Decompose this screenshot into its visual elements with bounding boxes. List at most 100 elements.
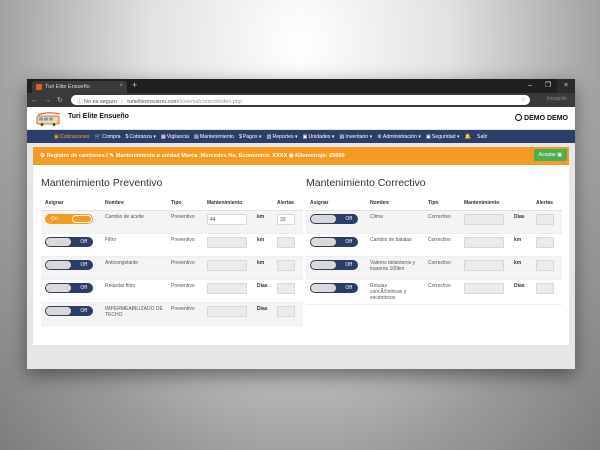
maintenance-cell: [203, 302, 253, 326]
alert-input[interactable]: [277, 282, 295, 294]
bookmark-star-icon[interactable]: ☆: [521, 96, 526, 103]
toggle-knob: [72, 214, 92, 223]
asignar-cell: Off: [306, 279, 366, 305]
col-alertas: Alertas: [273, 197, 303, 211]
toggle-label: On: [51, 215, 58, 222]
table-row: Off Clima Correctivo Dias: [306, 210, 562, 234]
toggle-knob: [46, 260, 71, 269]
maintenance-input[interactable]: [464, 259, 504, 271]
type-cell: Preventivo: [167, 233, 203, 257]
alert-input[interactable]: [536, 259, 554, 271]
menu-vigilancia[interactable]: ▦Vigilancia: [161, 134, 189, 140]
menu-pagos[interactable]: $Pagos ▾: [239, 134, 262, 140]
maintenance-input[interactable]: [207, 259, 247, 271]
mantenimiento-icon: ▤: [194, 133, 199, 140]
alert-cell: [273, 233, 303, 257]
toggle-label: Off: [345, 261, 352, 268]
maintenance-input[interactable]: [464, 213, 504, 225]
tab-close-icon[interactable]: ×: [119, 83, 123, 89]
url-input[interactable]: ⓘ No es seguro | turieliteensueno.com/si…: [71, 95, 530, 105]
col-mantenimiento: Mantenimiento: [460, 197, 510, 211]
name-cell: Valeros delanteros y traseros 100km: [366, 256, 424, 280]
menu-salir[interactable]: Salir: [477, 134, 487, 140]
back-icon[interactable]: ←: [31, 97, 38, 104]
table-row: On Cambio de aceite Preventivo 44 km 33: [41, 210, 303, 234]
forward-icon[interactable]: →: [44, 97, 51, 104]
name-cell: Rotulas concÃ©ntricas y excéntricos: [366, 279, 424, 305]
maintenance-input[interactable]: [207, 282, 247, 294]
maintenance-cell: [203, 256, 253, 280]
asignar-cell: Off: [41, 233, 101, 257]
menu-inventario[interactable]: ▤Inventario ▾: [339, 134, 372, 140]
maintenance-panel: ⚙ Registro de camiones / ✎ Mantenimiento…: [33, 147, 569, 345]
alert-input[interactable]: 33: [277, 213, 295, 225]
assign-toggle[interactable]: Off: [45, 305, 93, 316]
alert-input[interactable]: [277, 236, 295, 248]
maintenance-input[interactable]: [207, 236, 247, 248]
corrective-table: Asignar Nombre Tipo Mantenimiento Alerta…: [306, 197, 562, 305]
menu-unidades[interactable]: ▣Unidades ▾: [303, 134, 335, 140]
user-menu[interactable]: DEMO DEMO: [515, 114, 568, 122]
minimize-button[interactable]: –: [521, 79, 539, 93]
col-nombre: Nombre: [366, 197, 424, 211]
alert-input[interactable]: [536, 282, 554, 294]
menu-compra[interactable]: 🛒Compra: [95, 134, 121, 140]
brand-logo-icon[interactable]: [36, 111, 62, 126]
assign-toggle[interactable]: Off: [310, 282, 358, 293]
assign-toggle[interactable]: Off: [310, 236, 358, 247]
assign-toggle[interactable]: Off: [45, 259, 93, 270]
type-cell: Correctivo: [424, 233, 460, 257]
assign-toggle[interactable]: Off: [310, 213, 358, 224]
menu-notificaciones[interactable]: 🔔: [465, 134, 472, 140]
asignar-cell: Off: [306, 233, 366, 257]
user-icon: [515, 114, 523, 121]
maintenance-input[interactable]: [464, 236, 504, 248]
browser-tab[interactable]: Turi Elite Ensueño ×: [32, 81, 127, 93]
close-window-button[interactable]: ×: [557, 79, 575, 93]
maintenance-input[interactable]: 44: [207, 213, 247, 225]
assign-toggle[interactable]: On: [45, 213, 93, 224]
accept-button[interactable]: Aceptar ▣: [533, 149, 567, 161]
unit-cell: Dias: [510, 279, 532, 305]
reload-icon[interactable]: ↻: [57, 96, 63, 104]
maximize-button[interactable]: ❐: [539, 79, 557, 93]
maintenance-input[interactable]: [207, 305, 247, 317]
maintenance-cell: [460, 279, 510, 305]
menu-mantenimiento[interactable]: ▤Mantenimiento: [194, 134, 234, 140]
col-unit: [510, 197, 532, 211]
alert-input[interactable]: [536, 213, 554, 225]
menu-label: Cobranza ▾: [129, 133, 156, 140]
lock-icon: ▣: [425, 133, 431, 140]
type-cell: Correctivo: [424, 210, 460, 234]
alert-input[interactable]: [536, 236, 554, 248]
menu-seguridad[interactable]: ▣Seguridad ▾: [426, 134, 460, 140]
toggle-knob: [46, 237, 71, 246]
alert-cell: 33: [273, 210, 303, 234]
alert-input[interactable]: [277, 305, 295, 317]
alert-input[interactable]: [277, 259, 295, 271]
page-content: ⚙ Registro de camiones / ✎ Mantenimiento…: [27, 143, 575, 369]
menu-cotizaciones[interactable]: ▣Cotizaciones: [54, 134, 90, 140]
assign-toggle[interactable]: Off: [45, 236, 93, 247]
menu-reportes[interactable]: ▥Reportes ▾: [267, 134, 298, 140]
table-row: Off Anticongelante Preventivo km: [41, 256, 303, 280]
new-tab-button[interactable]: +: [132, 80, 137, 90]
browser-window: Turi Elite Ensueño × + – ❐ × ← → ↻ ⓘ No …: [27, 79, 575, 369]
alert-cell: [273, 279, 303, 303]
alert-cell: [532, 233, 562, 257]
asignar-cell: Off: [306, 210, 366, 234]
assign-toggle[interactable]: Off: [45, 282, 93, 293]
maintenance-input[interactable]: [464, 282, 504, 294]
menu-label: Cotizaciones: [59, 133, 90, 140]
menu-cobranza[interactable]: $Cobranza ▾: [126, 134, 156, 140]
menu-label: Unidades ▾: [308, 133, 335, 140]
name-cell: Anticongelante: [101, 256, 167, 280]
gear-icon: ⚙: [40, 153, 46, 159]
assign-toggle[interactable]: Off: [310, 259, 358, 270]
alert-cell: [273, 256, 303, 280]
col-alertas: Alertas: [532, 197, 562, 211]
preventive-section: Mantenimiento Preventivo Asignar Nombre …: [41, 177, 303, 326]
toggle-knob: [311, 260, 336, 269]
url-domain: turieliteensueno.com: [127, 99, 179, 105]
menu-administracion[interactable]: ⚙Administración ▾: [377, 134, 421, 140]
